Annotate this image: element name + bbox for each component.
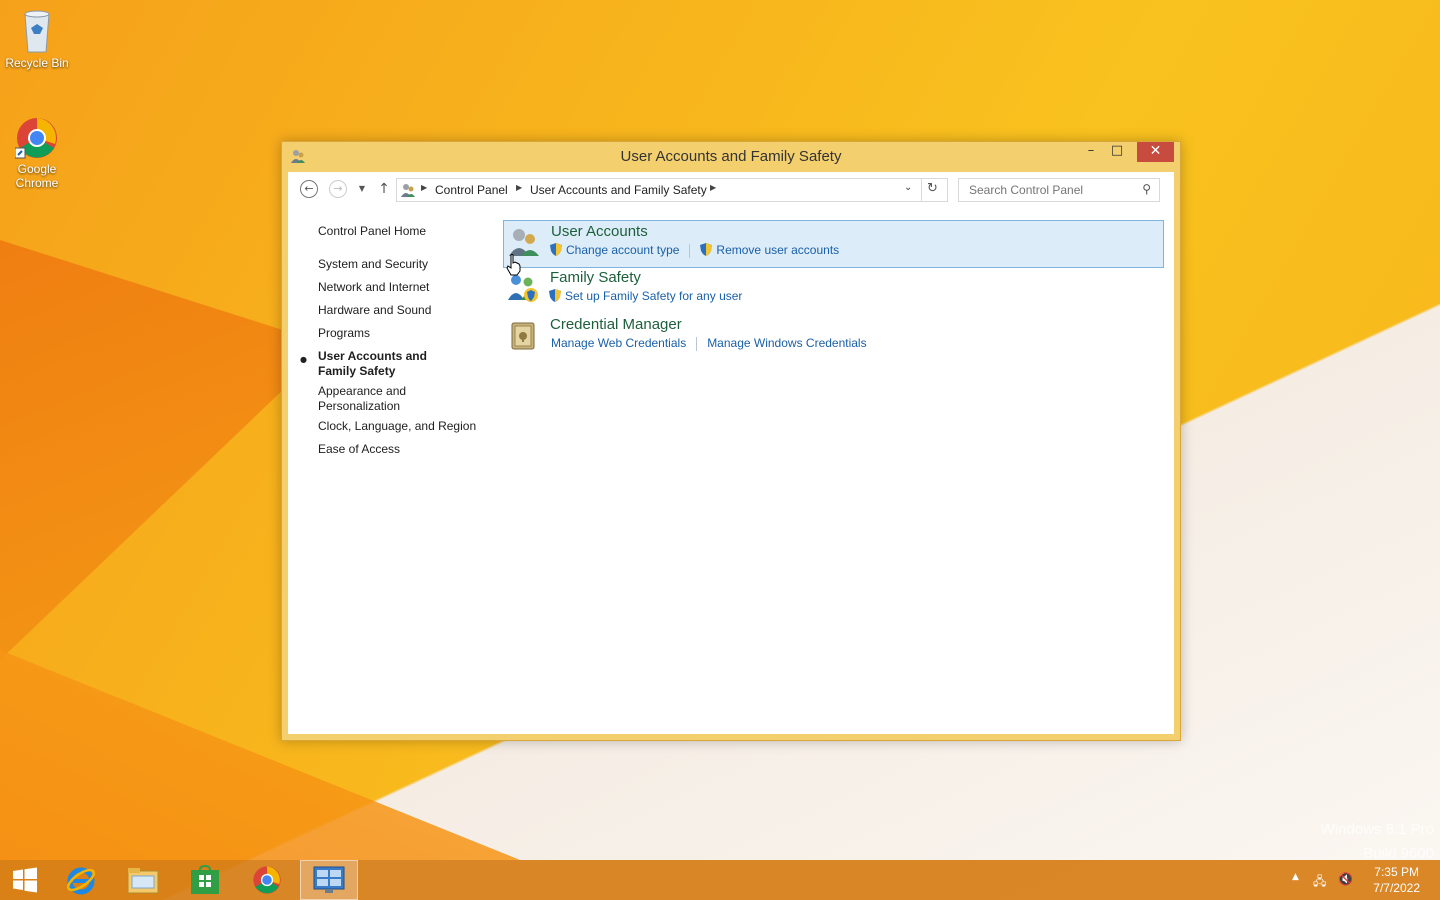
category-title[interactable]: User Accounts [551,223,648,240]
content-area: Control Panel Home System and Security N… [288,208,1174,734]
internet-explorer-icon [66,867,96,895]
navigation-bar: ← → ▼ ↑ ▶ Control Panel ▶ User Accounts … [288,172,1174,208]
uac-shield-icon [550,243,562,256]
back-icon[interactable]: ← [300,180,318,198]
minimize-button[interactable]: – [1078,142,1104,162]
address-dropdown-icon[interactable]: ⌄ [904,182,912,193]
system-clock[interactable]: 7:35 PM 7/7/2022 [1373,864,1420,896]
manage-web-credentials-link[interactable]: Manage Web Credentials [551,336,686,350]
hand-cursor-icon [506,254,521,276]
network-icon[interactable]: 🖧 [1313,872,1326,893]
taskbar-file-explorer[interactable] [114,860,172,900]
taskbar-internet-explorer[interactable] [52,860,110,900]
volume-muted-icon[interactable]: 🔇 [1338,872,1353,886]
breadcrumb-separator-icon[interactable]: ▶ [516,183,522,192]
close-button[interactable]: ✕ [1137,142,1174,162]
sidebar-item-clock-language-region[interactable]: Clock, Language, and Region [318,419,488,434]
title-bar[interactable]: User Accounts and Family Safety – □ ✕ [282,142,1180,170]
taskbar: ▲ 🖧 🔇 7:35 PM 7/7/2022 [0,860,1440,900]
sidebar-item-control-panel-home[interactable]: Control Panel Home [318,224,488,239]
credential-manager-icon [511,322,535,350]
category-user-accounts[interactable]: User Accounts Change account type Remove… [503,220,1164,268]
taskbar-chrome[interactable] [238,860,296,900]
desktop-icon-label: Google Chrome [15,162,59,190]
desktop-icon-label: Recycle Bin [5,56,69,70]
search-icon[interactable]: ⚲ [1142,182,1151,196]
file-explorer-icon [127,868,159,894]
clock-time: 7:35 PM [1374,865,1419,879]
breadcrumb-separator-icon[interactable]: ▶ [710,183,716,192]
address-bar[interactable]: ▶ Control Panel ▶ User Accounts and Fami… [396,178,948,202]
manage-windows-credentials-link[interactable]: Manage Windows Credentials [707,336,866,350]
desktop-icon-chrome[interactable]: Google Chrome [0,116,74,190]
search-box[interactable]: ⚲ [958,178,1160,202]
remove-user-accounts-link[interactable]: Remove user accounts [700,243,839,257]
uac-shield-icon [700,243,713,256]
sidebar-item-ease-of-access[interactable]: Ease of Access [318,442,488,457]
change-account-type-link[interactable]: Change account type [550,243,679,257]
uac-shield-icon [549,289,561,302]
set-up-family-safety-link[interactable]: Set up Family Safety for any user [549,289,742,303]
refresh-icon[interactable]: ↻ [927,181,938,196]
breadcrumb-user-accounts[interactable]: User Accounts and Family Safety [530,183,707,197]
active-bullet-icon: ● [300,355,307,364]
control-panel-icon [313,866,345,893]
search-input[interactable] [967,182,1141,198]
up-icon[interactable]: ↑ [374,180,394,200]
sidebar-item-hardware-sound[interactable]: Hardware and Sound [318,303,488,318]
category-links: Manage Web Credentials Manage Windows Cre… [551,336,875,351]
sidebar-item-system-security[interactable]: System and Security [318,257,488,272]
sidebar-item-user-accounts-family-safety[interactable]: User Accounts and Family Safety [318,349,468,379]
family-safety-icon [508,275,538,302]
recycle-bin-icon [24,10,50,53]
taskbar-control-panel[interactable] [300,860,358,900]
start-icon [13,867,37,893]
link-divider [689,243,691,258]
maximize-button[interactable]: □ [1104,142,1130,162]
category-links: Set up Family Safety for any user [549,289,750,303]
edition-text: Windows 8.1 Pro [1320,821,1434,838]
sidebar-item-network-internet[interactable]: Network and Internet [318,280,488,295]
sidebar-item-programs[interactable]: Programs [318,326,488,341]
windows-watermark: Windows 8.1 Pro Build 9600 [1321,818,1434,866]
category-links: Change account type Remove user accounts [550,243,847,258]
forward-icon[interactable]: → [329,180,347,198]
recent-locations-chevron-icon[interactable]: ▼ [352,180,372,200]
category-title[interactable]: Credential Manager [550,316,682,333]
desktop-icon-recycle-bin[interactable]: Recycle Bin [0,8,74,70]
control-panel-location-icon [401,184,415,197]
clock-date: 7/7/2022 [1373,881,1420,895]
control-panel-window: User Accounts and Family Safety – □ ✕ ← … [281,141,1181,741]
category-family-safety[interactable]: Family Safety Set up Family Safety for a… [503,267,1162,313]
address-divider [921,179,922,201]
chrome-icon [15,118,57,159]
category-credential-manager[interactable]: Credential Manager Manage Web Credential… [503,314,1162,360]
link-divider [696,336,698,351]
sidebar-item-appearance-personalization[interactable]: Appearance and Personalization [318,384,438,414]
category-title[interactable]: Family Safety [550,269,641,286]
window-title: User Accounts and Family Safety [620,148,842,165]
breadcrumb-control-panel[interactable]: Control Panel [435,183,508,197]
store-icon [191,865,219,894]
show-hidden-icons-icon[interactable]: ▲ [1292,872,1299,882]
taskbar-store[interactable] [176,860,234,900]
breadcrumb-separator-icon[interactable]: ▶ [421,183,427,192]
start-button[interactable] [0,860,50,900]
chrome-icon [253,866,281,894]
